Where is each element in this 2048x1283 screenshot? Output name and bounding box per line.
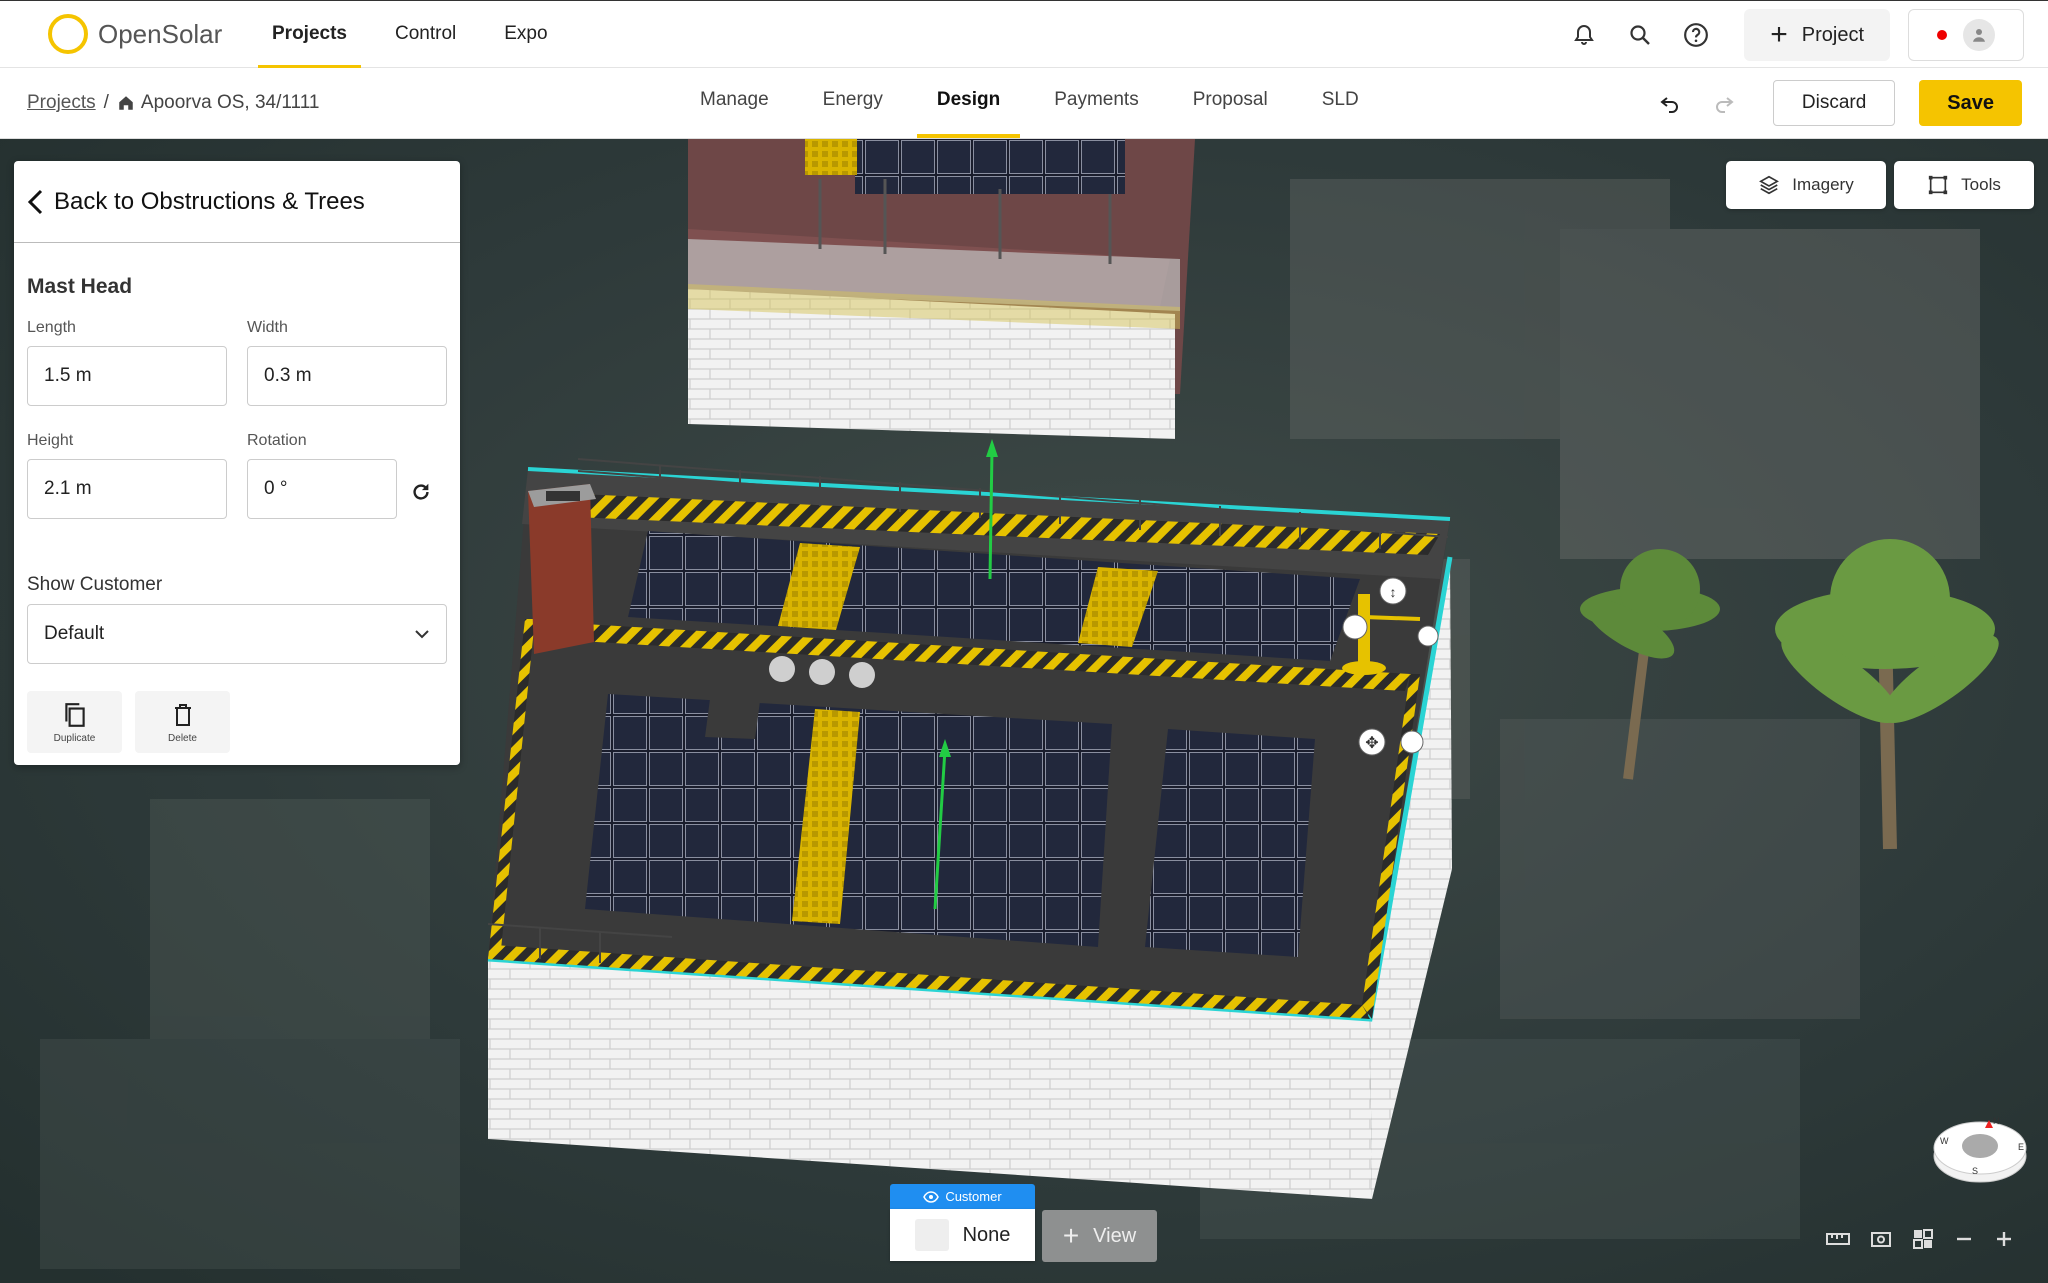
tools-button[interactable]: Tools — [1894, 161, 2034, 209]
project-subbar: Projects / Apoorva OS, 34/1111 Manage En… — [0, 68, 2048, 139]
zoom-in-icon[interactable] — [1994, 1229, 2014, 1249]
chevron-down-icon — [415, 630, 429, 639]
user-menu-button[interactable] — [1908, 9, 2024, 61]
logo-text: OpenSolar — [98, 18, 223, 49]
imagery-button[interactable]: Imagery — [1726, 161, 1886, 209]
height-label: Height — [27, 432, 74, 449]
undo-icon — [1660, 97, 1678, 113]
new-project-label: Project — [1801, 23, 1864, 46]
rotation-label: Rotation — [247, 432, 307, 449]
plus-icon: + — [1062, 1220, 1080, 1251]
refresh-icon — [413, 483, 429, 500]
panel-title: Back to Obstructions & Trees — [54, 187, 365, 215]
nav-control[interactable]: Control — [381, 1, 470, 69]
show-customer-select[interactable]: Default — [27, 604, 447, 664]
svg-text:↕: ↕ — [1390, 584, 1397, 600]
home-icon — [119, 96, 133, 110]
tab-payments[interactable]: Payments — [1034, 68, 1158, 138]
opensolar-logo[interactable]: OpenSolar — [48, 14, 222, 54]
discard-button[interactable]: Discard — [1772, 80, 1896, 126]
length-label: Length — [27, 319, 76, 336]
tools-icon — [1928, 175, 1948, 195]
duplicate-button[interactable]: Duplicate — [27, 691, 122, 753]
new-project-button[interactable]: + Project — [1744, 9, 1890, 61]
duplicate-label: Duplicate — [53, 732, 96, 744]
logo-ring-icon — [48, 14, 88, 54]
obstruction-properties-panel: Back to Obstructions & Trees Mast Head L… — [14, 161, 460, 765]
tab-sld[interactable]: SLD — [1302, 68, 1379, 138]
breadcrumb-separator: / — [103, 92, 109, 113]
eye-icon — [923, 1190, 940, 1203]
help-icon[interactable] — [1668, 9, 1724, 61]
view-tag-label: Customer — [945, 1189, 1002, 1204]
nav-projects[interactable]: Projects — [258, 1, 361, 69]
height-input[interactable]: 2.1 m — [27, 459, 227, 519]
chevron-left-icon — [27, 189, 43, 214]
breadcrumb-current: Apoorva OS, 34/1111 — [140, 92, 320, 113]
save-button[interactable]: Save — [1919, 80, 2022, 126]
top-icons: + Project — [1556, 9, 2024, 61]
view-tag: Customer — [890, 1184, 1035, 1209]
width-input[interactable]: 0.3 m — [247, 346, 447, 406]
nav-expo[interactable]: Expo — [490, 1, 561, 69]
add-view-button[interactable]: + View — [1042, 1210, 1157, 1262]
add-view-label: View — [1093, 1224, 1137, 1247]
ruler-icon[interactable] — [1826, 1231, 1850, 1247]
design-tabs: Manage Energy Design Payments Proposal S… — [680, 68, 1393, 138]
back-to-obstructions-button[interactable]: Back to Obstructions & Trees — [14, 161, 460, 243]
recording-dot-icon — [1937, 30, 1947, 40]
trash-icon — [174, 703, 191, 726]
view-thumbnail — [914, 1219, 949, 1251]
breadcrumb: Projects / Apoorva OS, 34/1111 — [27, 92, 319, 114]
redo-button[interactable] — [1701, 80, 1747, 126]
compass-n: N — [1993, 1116, 2000, 1126]
delete-label: Delete — [168, 732, 197, 744]
layers-icon — [1759, 175, 1780, 195]
sub-actions: Discard Save — [1647, 80, 2022, 126]
show-customer-value: Default — [44, 623, 105, 644]
width-label: Width — [247, 319, 288, 336]
rotation-input[interactable]: 0 ° — [247, 459, 397, 519]
tools-label: Tools — [1961, 175, 2001, 194]
view-selector[interactable]: Customer None — [890, 1184, 1035, 1261]
compass-e: E — [2018, 1142, 2024, 1152]
map-layers-icon[interactable] — [1912, 1228, 1934, 1250]
delete-button[interactable]: Delete — [135, 691, 230, 753]
plus-icon: + — [1770, 18, 1788, 51]
imagery-label: Imagery — [1792, 175, 1854, 194]
redo-icon — [1715, 97, 1734, 113]
tab-energy[interactable]: Energy — [803, 68, 903, 138]
tab-manage[interactable]: Manage — [680, 68, 789, 138]
top-nav: Projects Control Expo — [258, 1, 582, 69]
current-view-label: None — [962, 1223, 1011, 1246]
screenshot-icon[interactable] — [1870, 1229, 1892, 1249]
tab-design[interactable]: Design — [916, 68, 1021, 138]
bell-icon[interactable] — [1556, 9, 1612, 61]
main-building: ↕ ✥ — [487, 439, 1453, 1199]
zoom-out-icon[interactable] — [1954, 1229, 1974, 1249]
viewport-controls — [1826, 1228, 2014, 1250]
length-input[interactable]: 1.5 m — [27, 346, 227, 406]
reset-rotation-button[interactable] — [410, 481, 432, 508]
breadcrumb-projects-link[interactable]: Projects — [27, 92, 96, 114]
compass-w: W — [1940, 1136, 1949, 1146]
undo-button[interactable] — [1647, 80, 1693, 126]
search-icon[interactable] — [1612, 9, 1668, 61]
avatar — [1963, 19, 1995, 51]
svg-text:✥: ✥ — [1365, 735, 1378, 752]
compass-s: S — [1972, 1166, 1978, 1176]
upper-building — [688, 139, 1195, 439]
compass-widget[interactable]: N E S W — [1932, 1112, 2028, 1184]
section-title: Mast Head — [27, 275, 133, 298]
tab-proposal[interactable]: Proposal — [1173, 68, 1288, 138]
duplicate-icon — [64, 702, 85, 727]
current-view-button[interactable]: None — [890, 1209, 1035, 1261]
show-customer-label: Show Customer — [27, 574, 163, 595]
top-bar: OpenSolar Projects Control Expo + Projec… — [0, 0, 2048, 69]
